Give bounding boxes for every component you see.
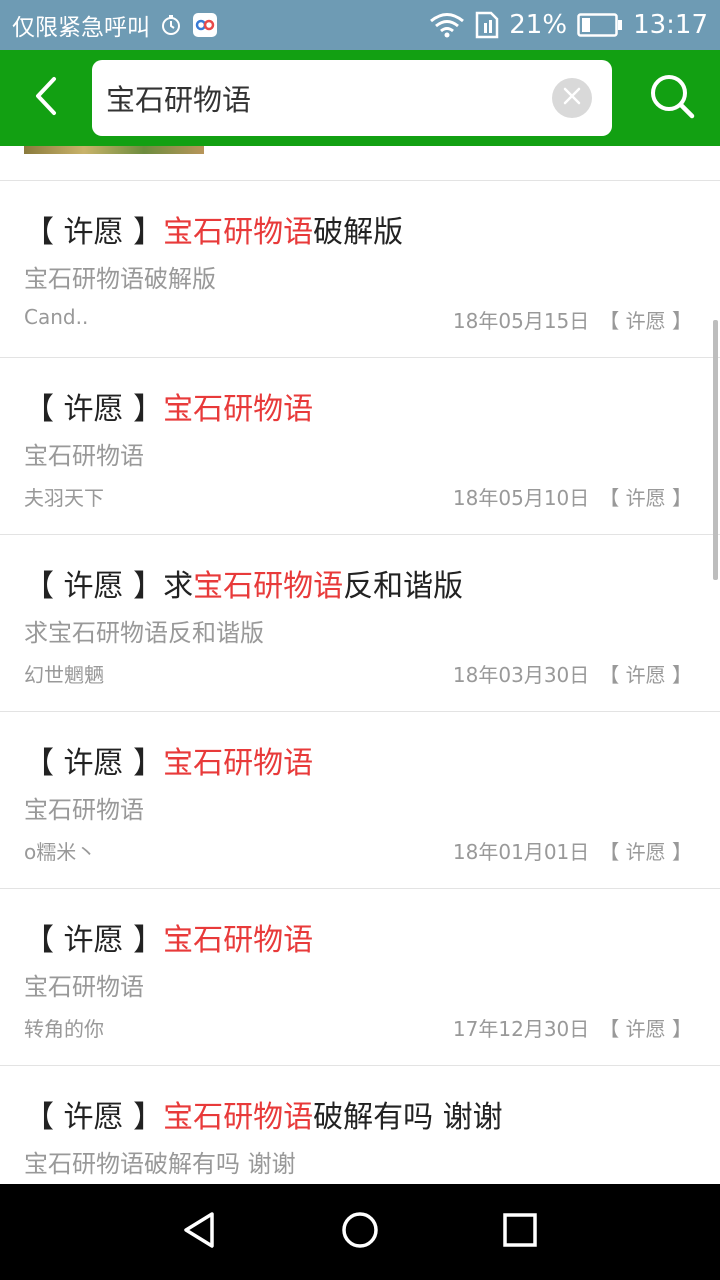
app-notification-icon bbox=[192, 12, 218, 38]
list-item[interactable]: 【 许愿 】求宝石研物语反和谐版 求宝石研物语反和谐版 幻世魍魉 18年03月30日【… bbox=[0, 535, 720, 712]
title-highlight: 宝石研物语 bbox=[163, 1100, 314, 1135]
item-title: 【 许愿 】宝石研物语破解版 bbox=[24, 207, 403, 251]
item-author: 转角的你 bbox=[24, 1017, 104, 1041]
item-summary: 宝石研物语 bbox=[24, 973, 144, 1001]
thumbnail bbox=[24, 146, 204, 154]
list-item[interactable]: 【 许愿 】宝石研物语 宝石研物语 转角的你 17年12月30日【 许愿 】 bbox=[0, 889, 720, 1066]
status-bar-left: 仅限紧急呼叫 bbox=[12, 8, 218, 42]
title-prefix: 【 许愿 】 bbox=[24, 1100, 164, 1135]
item-date: 18年01月01日 bbox=[452, 840, 590, 864]
item-author: 幻世魍魉 bbox=[24, 663, 104, 687]
clock: 13:17 bbox=[633, 10, 708, 40]
title-highlight: 宝石研物语 bbox=[163, 923, 314, 958]
item-title: 【 许愿 】宝石研物语 bbox=[24, 384, 313, 428]
title-highlight: 宝石研物语 bbox=[193, 569, 344, 604]
nav-recents-button[interactable] bbox=[480, 1192, 560, 1272]
search-box bbox=[92, 60, 612, 136]
title-prefix: 【 许愿 】 bbox=[24, 569, 164, 604]
item-date: 18年05月10日 bbox=[452, 486, 590, 510]
title-post: 反和谐版 bbox=[343, 569, 464, 604]
item-date: 18年03月30日 bbox=[452, 663, 590, 687]
item-category: 【 许愿 】 bbox=[599, 663, 692, 687]
title-highlight: 宝石研物语 bbox=[163, 746, 314, 781]
title-post: 破解有吗 谢谢 bbox=[313, 1100, 503, 1135]
back-button[interactable] bbox=[0, 50, 92, 146]
list-item[interactable]: 【 许愿 】宝石研物语破解有吗 谢谢 宝石研物语破解有吗 谢谢 bbox=[0, 1066, 720, 1184]
item-category: 【 许愿 】 bbox=[599, 840, 692, 864]
alarm-icon bbox=[160, 14, 182, 36]
item-category: 【 许愿 】 bbox=[599, 486, 692, 510]
nav-back-icon bbox=[180, 1210, 220, 1254]
item-meta: 18年03月30日【 许愿 】 bbox=[453, 659, 692, 688]
clear-button[interactable] bbox=[552, 78, 592, 118]
clear-icon bbox=[562, 86, 582, 110]
title-prefix: 【 许愿 】 bbox=[24, 392, 164, 427]
title-pre: 求 bbox=[163, 569, 194, 604]
item-author: 夫羽天下 bbox=[24, 486, 104, 510]
item-meta: 18年05月15日【 许愿 】 bbox=[453, 305, 692, 334]
list-item[interactable]: 【 许愿 】宝石研物语 宝石研物语 o糯米丶 18年01月01日【 许愿 】 bbox=[0, 712, 720, 889]
nav-back-button[interactable] bbox=[160, 1192, 240, 1272]
item-title: 【 许愿 】宝石研物语破解有吗 谢谢 bbox=[24, 1092, 503, 1136]
battery-icon bbox=[577, 12, 623, 38]
search-icon bbox=[648, 72, 696, 124]
item-title: 【 许愿 】宝石研物语 bbox=[24, 915, 313, 959]
item-meta: 18年01月01日【 许愿 】 bbox=[453, 836, 692, 865]
item-title: 【 许愿 】求宝石研物语反和谐版 bbox=[24, 561, 463, 605]
nav-home-button[interactable] bbox=[320, 1192, 400, 1272]
item-meta: 17年12月30日【 许愿 】 bbox=[453, 1013, 692, 1042]
item-summary: 求宝石研物语反和谐版 bbox=[24, 619, 264, 647]
scrollbar[interactable] bbox=[713, 320, 718, 580]
item-summary: 宝石研物语 bbox=[24, 442, 144, 470]
sim-icon bbox=[475, 11, 499, 39]
search-input[interactable] bbox=[106, 81, 536, 115]
app-screen: 仅限紧急呼叫 21% 13:17 宝石研物语 【 许愿 】宝石研物语破解版 宝石… bbox=[0, 0, 720, 1280]
results-list[interactable]: 【 许愿 】宝石研物语破解版 宝石研物语破解版 Cand.. 18年05月15日【 许… bbox=[0, 146, 720, 1184]
title-post: 破解版 bbox=[313, 215, 404, 250]
nav-home-icon bbox=[340, 1210, 380, 1254]
list-item[interactable]: 【 许愿 】宝石研物语破解版 宝石研物语破解版 Cand.. 18年05月15日【 许… bbox=[0, 181, 720, 358]
title-prefix: 【 许愿 】 bbox=[24, 746, 164, 781]
nav-recents-icon bbox=[502, 1212, 538, 1252]
navigation-bar bbox=[0, 1184, 720, 1280]
item-category: 【 许愿 】 bbox=[599, 309, 692, 333]
title-prefix: 【 许愿 】 bbox=[24, 923, 164, 958]
item-author: o糯米丶 bbox=[24, 840, 97, 864]
item-meta: 18年05月10日【 许愿 】 bbox=[453, 482, 692, 511]
item-date: 17年12月30日 bbox=[452, 1017, 590, 1041]
search-header bbox=[0, 50, 720, 146]
carrier-text: 仅限紧急呼叫 bbox=[12, 15, 150, 41]
back-arrow-icon bbox=[32, 76, 60, 120]
item-summary: 宝石研物语破解版 bbox=[24, 265, 216, 293]
search-button[interactable] bbox=[624, 50, 720, 146]
battery-percent: 21% bbox=[509, 10, 568, 40]
item-title: 【 许愿 】宝石研物语 bbox=[24, 738, 313, 782]
status-bar-right: 21% 13:17 bbox=[429, 10, 708, 40]
wifi-icon bbox=[429, 12, 465, 38]
items-container: 【 许愿 】宝石研物语破解版 宝石研物语破解版 Cand.. 18年05月15日【 许… bbox=[0, 181, 720, 1184]
list-item[interactable]: 【 许愿 】宝石研物语 宝石研物语 夫羽天下 18年05月10日【 许愿 】 bbox=[0, 358, 720, 535]
item-category: 【 许愿 】 bbox=[599, 1017, 692, 1041]
title-highlight: 宝石研物语 bbox=[163, 215, 314, 250]
status-bar: 仅限紧急呼叫 21% 13:17 bbox=[0, 0, 720, 50]
title-prefix: 【 许愿 】 bbox=[24, 215, 164, 250]
title-highlight: 宝石研物语 bbox=[163, 392, 314, 427]
list-item-partial[interactable] bbox=[0, 146, 720, 181]
item-summary: 宝石研物语 bbox=[24, 796, 144, 824]
item-author: Cand.. bbox=[24, 305, 89, 329]
item-date: 18年05月15日 bbox=[452, 309, 590, 333]
item-summary: 宝石研物语破解有吗 谢谢 bbox=[24, 1150, 296, 1178]
